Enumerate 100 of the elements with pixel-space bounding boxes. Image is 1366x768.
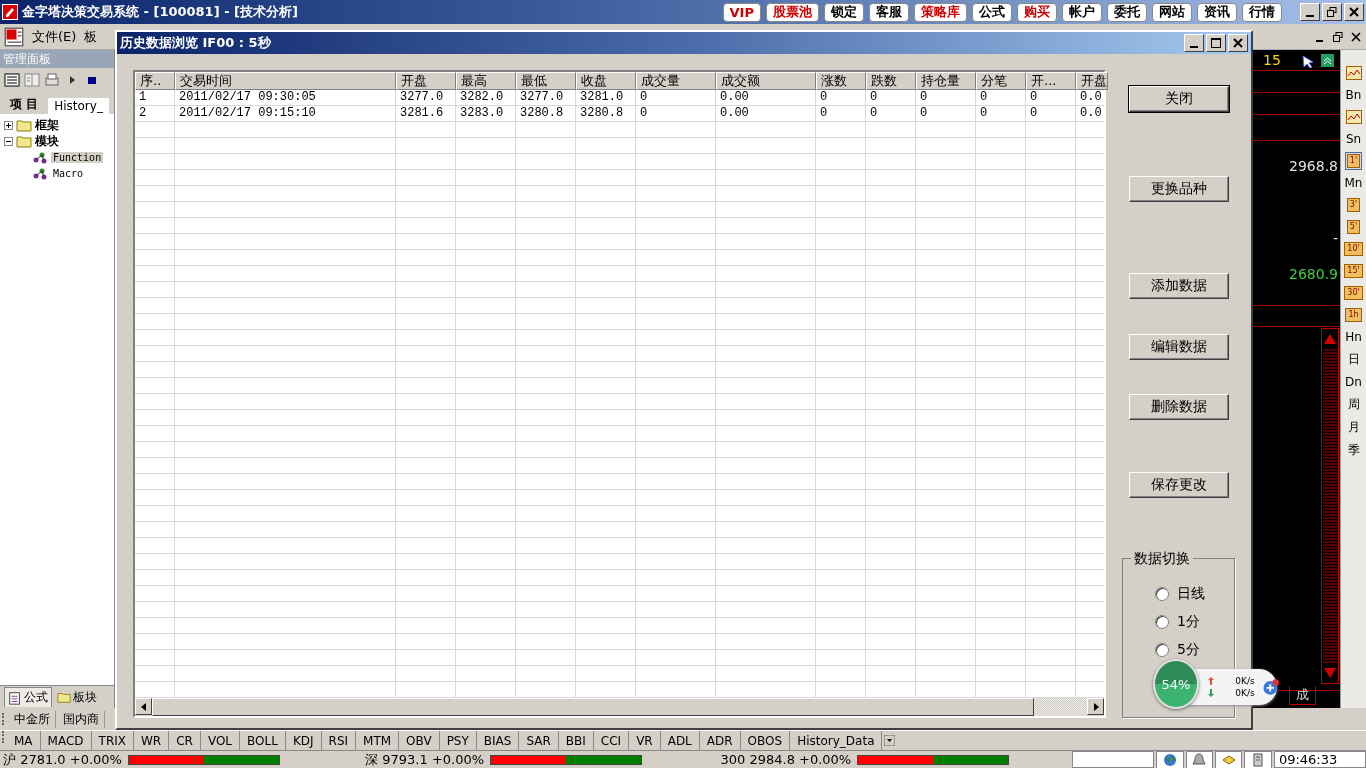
minimize-button[interactable]: [1300, 3, 1320, 21]
toolbar-button[interactable]: 网站: [1152, 2, 1192, 22]
period-button[interactable]: 日: [1345, 350, 1362, 369]
period-button[interactable]: 3': [1344, 196, 1363, 214]
expand-icon[interactable]: [4, 120, 13, 130]
scroll-left-button[interactable]: [135, 698, 152, 715]
panel-tab[interactable]: History_: [48, 98, 109, 114]
panel-tab[interactable]: 板块: [54, 687, 100, 707]
period-button[interactable]: Hn: [1343, 328, 1364, 346]
column-header[interactable]: 成交量: [636, 72, 716, 90]
toolbar-button[interactable]: 行情: [1242, 2, 1282, 22]
period-button[interactable]: 15': [1342, 262, 1365, 280]
dialog-button[interactable]: 更换品种: [1128, 176, 1229, 202]
column-header[interactable]: 收盘: [576, 72, 636, 90]
period-button[interactable]: 月: [1345, 418, 1362, 437]
period-button[interactable]: 周: [1345, 395, 1362, 414]
toolbar-button[interactable]: 策略库: [914, 2, 967, 22]
window-title: 金字塔决策交易系统 - [100081] - [技术分析]: [22, 3, 299, 21]
minimize-button[interactable]: [1184, 34, 1204, 52]
table-cell: 0.00: [716, 106, 816, 122]
tree-item[interactable]: Macro: [51, 167, 86, 179]
table-cell: 3280.8: [516, 106, 576, 122]
period-button[interactable]: Bn: [1343, 86, 1364, 104]
toolbar-button[interactable]: 客服: [869, 2, 909, 22]
cursor-icon[interactable]: [1301, 54, 1315, 68]
scroll-right-button[interactable]: [1087, 698, 1104, 715]
period-button[interactable]: 1h: [1343, 306, 1364, 324]
column-header[interactable]: 成交额: [716, 72, 816, 90]
dialog-button[interactable]: 编辑数据: [1128, 334, 1229, 360]
toolbar-button[interactable]: 购买: [1017, 2, 1057, 22]
toolbar-button[interactable]: 帐户: [1062, 2, 1102, 22]
column-header[interactable]: 开...: [1026, 72, 1076, 90]
scrollbar-thumb[interactable]: [152, 698, 1034, 716]
add-icon[interactable]: [1262, 678, 1279, 696]
column-header[interactable]: 最低: [516, 72, 576, 90]
column-header[interactable]: 持仓量: [916, 72, 976, 90]
period-button[interactable]: 5': [1344, 218, 1363, 236]
minimize-icon: [1190, 46, 1198, 48]
maximize-button[interactable]: [1206, 34, 1226, 52]
period-button[interactable]: 10': [1342, 240, 1365, 258]
column-header[interactable]: 交易时间: [175, 72, 396, 90]
radio-option[interactable]: 1分: [1155, 613, 1234, 631]
vertical-scrollbar[interactable]: [1321, 328, 1339, 684]
table-cell: 3277.0: [516, 90, 576, 106]
dialog-button[interactable]: 添加数据: [1128, 273, 1229, 299]
volume-tab[interactable]: 成: [1289, 686, 1316, 705]
dialog-button[interactable]: 删除数据: [1128, 394, 1229, 420]
column-header[interactable]: 开盘: [1076, 72, 1108, 90]
upload-arrow-icon: [1206, 676, 1215, 686]
column-header[interactable]: 跌数: [866, 72, 916, 90]
close-button[interactable]: [1344, 3, 1364, 21]
panel-tab[interactable]: 项 目: [4, 95, 45, 114]
panel-tab[interactable]: 公式: [4, 687, 52, 707]
chart-icon[interactable]: [1343, 108, 1364, 126]
column-header[interactable]: 分笔: [976, 72, 1026, 90]
toolbar-button[interactable]: 委托: [1107, 2, 1147, 22]
table-cell: 0: [976, 90, 1026, 106]
chart-icon[interactable]: [1343, 64, 1364, 82]
dialog-button[interactable]: 关闭: [1128, 86, 1229, 112]
period-button[interactable]: 30': [1342, 284, 1365, 302]
toolbar-button[interactable]: 公式: [972, 2, 1012, 22]
radio-option[interactable]: 5分: [1155, 641, 1234, 659]
dropdown-icon[interactable]: [884, 735, 896, 746]
toolbar-button[interactable]: VIP: [722, 2, 761, 22]
restore-icon[interactable]: [1332, 30, 1344, 43]
toolbar-button[interactable]: 资讯: [1197, 2, 1237, 22]
tree-item[interactable]: 框架: [35, 116, 59, 134]
table-cell: 3281.6: [396, 106, 456, 122]
period-button[interactable]: 1': [1344, 152, 1363, 170]
left-arrow-icon: [139, 702, 148, 711]
restore-icon: [1327, 7, 1337, 17]
restore-button[interactable]: [1322, 3, 1342, 21]
radio-option[interactable]: 日线: [1155, 585, 1234, 603]
table-cell: 0.0: [1076, 90, 1104, 106]
exchange-tab[interactable]: 中金所: [9, 710, 56, 728]
table-cell: 0: [916, 90, 976, 106]
table-cell: 0: [816, 90, 866, 106]
close-icon[interactable]: [1350, 30, 1362, 43]
exchange-tab[interactable]: 国内商: [58, 710, 105, 728]
period-button[interactable]: Sn: [1343, 130, 1364, 148]
column-header[interactable]: 涨数: [816, 72, 866, 90]
tree-item[interactable]: 模块: [35, 132, 59, 150]
menu-item[interactable]: 文件(E): [32, 27, 77, 46]
scroll-up-icon[interactable]: [1321, 54, 1334, 67]
tree-item[interactable]: Function: [51, 151, 104, 163]
collapse-icon[interactable]: [4, 136, 13, 146]
close-button[interactable]: [1228, 34, 1248, 52]
toolbar-button[interactable]: 股票池: [766, 2, 819, 22]
period-button[interactable]: 季: [1345, 441, 1362, 460]
period-button[interactable]: Mn: [1342, 174, 1365, 192]
column-header[interactable]: 开盘: [396, 72, 456, 90]
period-button[interactable]: Dn: [1343, 373, 1364, 391]
menu-item[interactable]: 板: [84, 27, 98, 46]
table-cell: 2: [135, 106, 175, 122]
dialog-button[interactable]: 保存更改: [1128, 472, 1229, 498]
grid-view-icon: [4, 72, 20, 88]
toolbar-button[interactable]: 锁定: [824, 2, 864, 22]
column-header[interactable]: 最高: [456, 72, 516, 90]
column-header[interactable]: 序..: [135, 72, 175, 90]
price-label: 2680.9: [1289, 266, 1338, 282]
